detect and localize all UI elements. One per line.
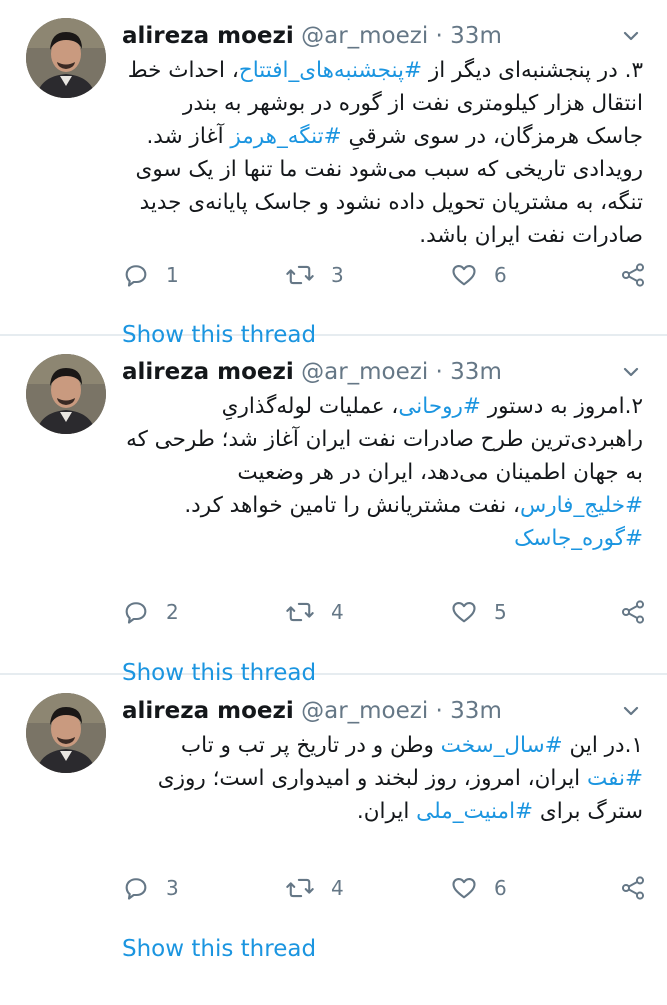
tweet-header: alireza moezi @ar_moezi · 33m bbox=[122, 356, 502, 388]
like-button[interactable]: 6 bbox=[450, 871, 507, 905]
chevron-down-icon[interactable] bbox=[621, 701, 641, 721]
heart-icon bbox=[450, 261, 478, 289]
reply-count: 2 bbox=[166, 600, 179, 624]
author-handle[interactable]: @ar_moezi bbox=[301, 23, 428, 49]
share-icon bbox=[619, 598, 647, 626]
author-name[interactable]: alireza moezi bbox=[122, 698, 294, 724]
tweet-header: alireza moezi @ar_moezi · 33m bbox=[122, 695, 502, 727]
retweet-button[interactable]: 4 bbox=[285, 871, 344, 905]
retweet-icon bbox=[285, 874, 315, 902]
hashtag-link[interactable]: #نفت bbox=[587, 766, 643, 791]
like-count: 6 bbox=[494, 263, 507, 287]
author-handle[interactable]: @ar_moezi bbox=[301, 359, 428, 385]
tweet[interactable]: alireza moezi @ar_moezi · 33m ۱.در این #… bbox=[0, 675, 667, 1005]
tweet-text-segment: ۳. در پنجشنبه‌ای دیگر از bbox=[421, 58, 643, 83]
share-icon bbox=[619, 261, 647, 289]
heart-icon bbox=[450, 598, 478, 626]
tweet[interactable]: alireza moezi @ar_moezi · 33m ۲.امروز به… bbox=[0, 336, 667, 686]
heart-icon bbox=[450, 874, 478, 902]
reply-icon bbox=[122, 261, 150, 289]
reply-button[interactable]: 1 bbox=[122, 258, 179, 292]
timestamp[interactable]: 33m bbox=[450, 359, 502, 385]
tweet-text: ۱.در این #سال_سخت وطن و در تاریخ پر تب و… bbox=[122, 729, 643, 828]
tweet-text-segment: ۲.امروز به دستور bbox=[480, 394, 643, 419]
reply-button[interactable]: 2 bbox=[122, 595, 179, 629]
author-handle[interactable]: @ar_moezi bbox=[301, 698, 428, 724]
tweet-paragraph: ۲.امروز به دستور #روحانی، عملیات لوله‌گذ… bbox=[122, 390, 643, 555]
hashtag-link[interactable]: #روحانی bbox=[398, 394, 481, 419]
chevron-down-icon[interactable] bbox=[621, 362, 641, 382]
reply-count: 1 bbox=[166, 263, 179, 287]
retweet-count: 4 bbox=[331, 600, 344, 624]
retweet-count: 3 bbox=[331, 263, 344, 287]
chevron-down-icon[interactable] bbox=[621, 26, 641, 46]
timestamp[interactable]: 33m bbox=[450, 23, 502, 49]
reply-count: 3 bbox=[166, 876, 179, 900]
tweet-actions: 2 4 5 bbox=[122, 595, 647, 629]
separator: · bbox=[435, 359, 443, 385]
share-button[interactable] bbox=[619, 595, 647, 629]
retweet-icon bbox=[285, 598, 315, 626]
hashtag-link[interactable]: #خلیج_فارس bbox=[520, 493, 643, 518]
reply-button[interactable]: 3 bbox=[122, 871, 179, 905]
like-button[interactable]: 6 bbox=[450, 258, 507, 292]
author-name[interactable]: alireza moezi bbox=[122, 359, 294, 385]
tweet-text-segment: ۱.در این bbox=[562, 733, 643, 758]
tweet[interactable]: alireza moezi @ar_moezi · 33m ۳. در پنجش… bbox=[0, 0, 667, 348]
share-button[interactable] bbox=[619, 871, 647, 905]
avatar[interactable] bbox=[26, 18, 106, 98]
separator: · bbox=[435, 698, 443, 724]
tweet-paragraph: ۳. در پنجشنبه‌ای دیگر از #پنجشنبه‌های_اف… bbox=[122, 54, 643, 252]
reply-icon bbox=[122, 598, 150, 626]
show-thread-link[interactable]: Show this thread bbox=[122, 936, 316, 962]
author-name[interactable]: alireza moezi bbox=[122, 23, 294, 49]
hashtag-link[interactable]: #تنگه_هرمز bbox=[230, 124, 341, 149]
tweet-text: ۲.امروز به دستور #روحانی، عملیات لوله‌گذ… bbox=[122, 390, 643, 555]
tweet-actions: 3 4 6 bbox=[122, 871, 647, 905]
avatar[interactable] bbox=[26, 693, 106, 773]
hashtag-link[interactable]: #گوره_جاسک bbox=[514, 526, 643, 551]
tweet-feed: alireza moezi @ar_moezi · 33m ۳. در پنجش… bbox=[0, 0, 667, 1005]
tweet-paragraph: ۱.در این #سال_سخت وطن و در تاریخ پر تب و… bbox=[122, 729, 643, 828]
hashtag-link[interactable]: #سال_سخت bbox=[441, 733, 563, 758]
retweet-button[interactable]: 3 bbox=[285, 258, 344, 292]
tweet-text: ۳. در پنجشنبه‌ای دیگر از #پنجشنبه‌های_اف… bbox=[122, 54, 643, 252]
like-count: 6 bbox=[494, 876, 507, 900]
tweet-text-segment: ایران. bbox=[356, 799, 417, 824]
retweet-icon bbox=[285, 261, 315, 289]
retweet-button[interactable]: 4 bbox=[285, 595, 344, 629]
separator: · bbox=[435, 23, 443, 49]
retweet-count: 4 bbox=[331, 876, 344, 900]
tweet-header: alireza moezi @ar_moezi · 33m bbox=[122, 20, 502, 52]
like-button[interactable]: 5 bbox=[450, 595, 507, 629]
share-button[interactable] bbox=[619, 258, 647, 292]
hashtag-link[interactable]: #امنیت_ملی bbox=[416, 799, 533, 824]
reply-icon bbox=[122, 874, 150, 902]
timestamp[interactable]: 33m bbox=[450, 698, 502, 724]
share-icon bbox=[619, 874, 647, 902]
tweet-text-segment: ، نفت مشتریانش را تامین خواهد کرد. bbox=[184, 493, 520, 518]
hashtag-link[interactable]: #پنجشنبه‌های_افتتاح bbox=[239, 58, 422, 83]
avatar[interactable] bbox=[26, 354, 106, 434]
tweet-text-segment: وطن و در تاریخ پر تب و تاب bbox=[180, 733, 441, 758]
tweet-actions: 1 3 6 bbox=[122, 258, 647, 292]
like-count: 5 bbox=[494, 600, 507, 624]
